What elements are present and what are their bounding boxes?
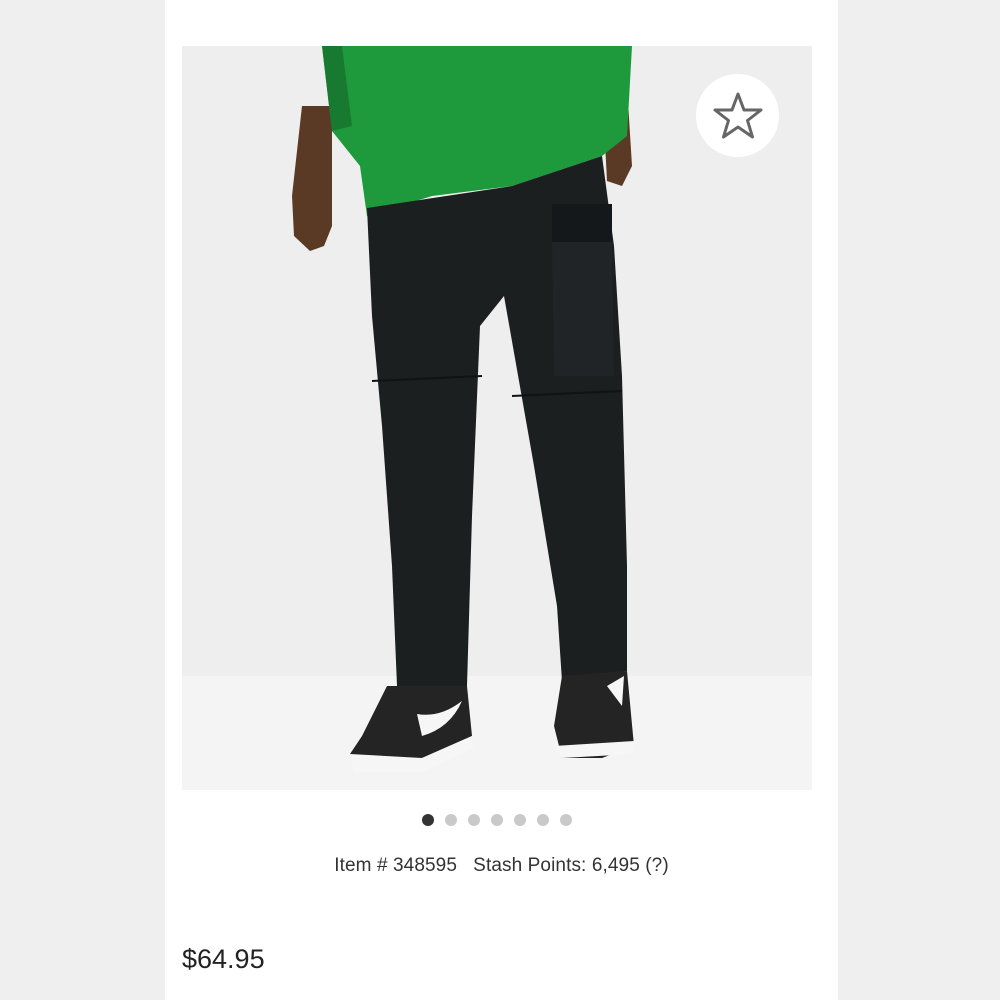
image-carousel-indicator [165, 814, 838, 828]
stash-points-value: 6,495 [591, 855, 640, 876]
carousel-dot-4[interactable] [491, 814, 503, 826]
star-outline-icon [713, 92, 762, 138]
item-label: Item # [334, 855, 388, 876]
stash-points-help-link[interactable]: (?) [645, 855, 669, 876]
carousel-dot-6[interactable] [537, 814, 549, 826]
item-number: 348595 [393, 855, 458, 876]
product-image[interactable] [182, 46, 812, 790]
carousel-dot-3[interactable] [468, 814, 480, 826]
product-price: $64.95 [182, 944, 265, 974]
carousel-dot-7[interactable] [560, 814, 572, 826]
favorite-button[interactable] [696, 74, 779, 157]
carousel-dot-2[interactable] [445, 814, 457, 826]
product-photo-illustration [182, 46, 812, 790]
carousel-dot-1[interactable] [422, 814, 434, 826]
stash-points-label: Stash Points: [473, 855, 587, 876]
product-card: Item # 348595 Stash Points: 6,495 (?) $6… [165, 0, 838, 1000]
page-margin-left [0, 0, 165, 1000]
product-meta: Item # 348595 Stash Points: 6,495 (?) [165, 855, 838, 877]
carousel-dot-5[interactable] [514, 814, 526, 826]
page-margin-right [838, 0, 1000, 1000]
